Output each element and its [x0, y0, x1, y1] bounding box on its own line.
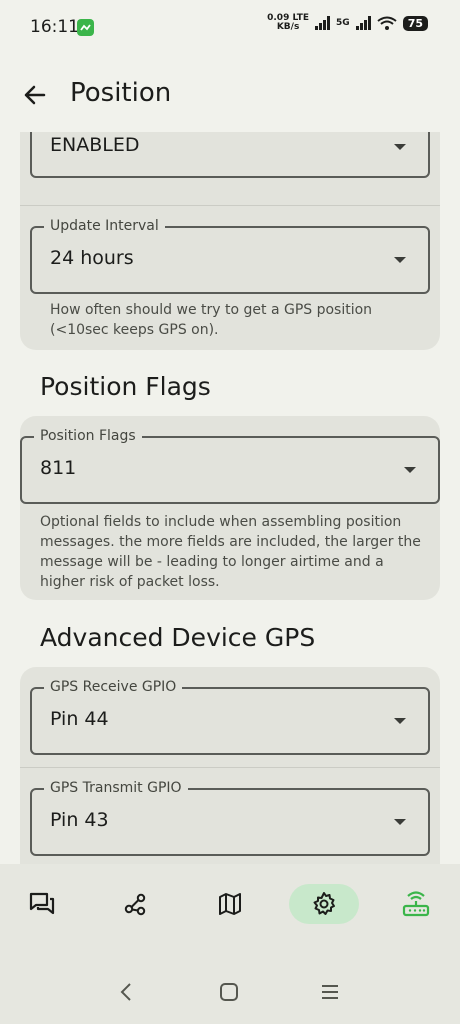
position-flags-helper: Optional fields to include when assembli… — [40, 514, 421, 590]
gps-receive-gpio-dropdown[interactable]: GPS Receive GPIO Pin 44 — [30, 679, 430, 755]
dropdown-arrow-icon — [394, 144, 406, 150]
dropdown-arrow-icon — [404, 467, 416, 473]
nodes-icon[interactable] — [107, 884, 163, 924]
gps-transmit-gpio-label: GPS Transmit GPIO — [44, 780, 188, 796]
settings-scroll[interactable]: ENABLED Update Interval 24 hours How oft… — [0, 132, 460, 864]
messages-icon[interactable] — [14, 884, 70, 924]
dropdown-arrow-icon — [394, 257, 406, 263]
app-notification-icon — [77, 19, 94, 36]
signal-icon-2 — [355, 16, 371, 30]
recents-icon[interactable] — [320, 982, 340, 1006]
gps-receive-gpio-value: Pin 44 — [50, 708, 109, 730]
dropdown-arrow-icon — [394, 718, 406, 724]
position-flags-card: Position Flags 811 Optional fields to in… — [20, 416, 440, 600]
position-mode-dropdown[interactable]: ENABLED — [30, 132, 430, 178]
signal-icon — [315, 16, 331, 30]
update-interval-label: Update Interval — [44, 218, 165, 234]
arrow-left-icon[interactable] — [20, 80, 50, 110]
map-icon[interactable] — [202, 884, 258, 924]
battery-indicator: 75 — [402, 15, 428, 31]
position-flags-label: Position Flags — [34, 428, 142, 444]
settings-icon[interactable] — [289, 884, 359, 924]
status-indicators: 0.09 LTE KB/s 5G 75 — [267, 14, 428, 32]
gps-transmit-gpio-dropdown[interactable]: GPS Transmit GPIO Pin 43 — [30, 780, 430, 856]
update-interval-dropdown[interactable]: Update Interval 24 hours — [30, 218, 430, 294]
back-chevron-icon[interactable] — [118, 982, 134, 1006]
position-mode-value: ENABLED — [50, 134, 140, 156]
update-interval-helper: How often should we try to get a GPS pos… — [50, 302, 373, 338]
divider — [20, 205, 440, 206]
bottom-navigation — [0, 864, 460, 954]
section-title-position-flags: Position Flags — [40, 372, 211, 401]
update-interval-value: 24 hours — [50, 247, 134, 269]
advanced-gps-card: GPS Receive GPIO Pin 44 GPS Transmit GPI… — [20, 667, 440, 864]
home-icon[interactable] — [219, 982, 239, 1006]
position-card: ENABLED Update Interval 24 hours How oft… — [20, 132, 440, 350]
system-navigation — [0, 954, 460, 1024]
net-speed: 0.09 LTE KB/s — [267, 13, 310, 32]
dropdown-arrow-icon — [394, 819, 406, 825]
divider — [20, 767, 440, 768]
gps-transmit-gpio-value: Pin 43 — [50, 809, 109, 831]
position-flags-value: 811 — [40, 457, 77, 479]
connection-icon[interactable] — [388, 884, 444, 924]
position-flags-dropdown[interactable]: Position Flags 811 — [20, 428, 440, 504]
fiveg-label: 5G — [336, 18, 350, 28]
gps-receive-gpio-label: GPS Receive GPIO — [44, 679, 183, 695]
page-title: Position — [70, 78, 172, 108]
top-app-bar: Position — [0, 56, 460, 132]
status-time: 16:11 — [30, 17, 79, 37]
status-bar: 16:11 0.09 LTE KB/s 5G 75 — [0, 0, 460, 56]
wifi-icon — [377, 16, 397, 30]
section-title-advanced-gps: Advanced Device GPS — [40, 623, 316, 652]
